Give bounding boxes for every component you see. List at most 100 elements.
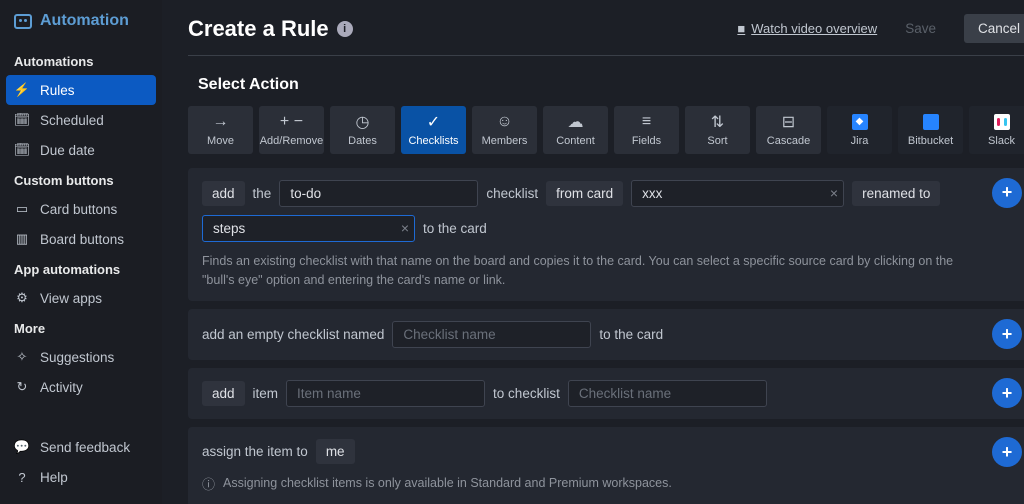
cascade-icon: ⊟: [782, 113, 795, 131]
text-add-empty: add an empty checklist named: [202, 327, 384, 342]
main-panel: ✕ Create a Rule i ■ Watch video overview…: [162, 0, 1024, 504]
help-icon: ?: [14, 469, 30, 485]
text-to-checklist: to checklist: [493, 386, 560, 401]
sidebar-item-activity[interactable]: ↻ Activity: [0, 372, 162, 402]
checklist-name-input[interactable]: [568, 380, 767, 407]
text-to-the-card: to the card: [423, 221, 487, 236]
action-line: add item to checklist: [202, 380, 976, 407]
tab-fields[interactable]: ≡Fields: [614, 106, 679, 154]
sidebar-item-label: Send feedback: [40, 440, 130, 455]
action-row-add-checklist-from-card: add the checklist from card × renamed to…: [188, 168, 1024, 302]
page-title: Create a Rule i: [188, 16, 353, 42]
sidebar: Automation Automations ⚡ Rules 🗓 Schedul…: [0, 0, 162, 504]
watch-video-link[interactable]: ■ Watch video overview: [737, 21, 877, 36]
sidebar-item-label: Card buttons: [40, 202, 117, 217]
bitbucket-icon: [923, 113, 939, 131]
sidebar-item-card-buttons[interactable]: ▭ Card buttons: [0, 194, 162, 224]
topbar: Create a Rule i ■ Watch video overview S…: [162, 0, 1024, 55]
tab-bitbucket[interactable]: Bitbucket: [898, 106, 963, 154]
watch-video-text: Watch video overview: [751, 21, 877, 36]
tab-sort[interactable]: ⇅Sort: [685, 106, 750, 154]
sidebar-item-due-date[interactable]: 🗓 Due date: [0, 135, 162, 165]
clear-card-icon[interactable]: ×: [830, 185, 838, 201]
sidebar-item-label: Due date: [40, 143, 95, 158]
sidebar-item-help[interactable]: ? Help: [0, 462, 162, 492]
text-checklist: checklist: [486, 186, 538, 201]
tab-members[interactable]: ☺Members: [472, 106, 537, 154]
sidebar-item-view-apps[interactable]: ⚙ View apps: [0, 283, 162, 313]
person-icon: ☺: [496, 113, 512, 131]
add-action-button[interactable]: +: [992, 178, 1022, 208]
helper-text: Finds an existing checklist with that na…: [202, 252, 976, 290]
text-assign: assign the item to: [202, 444, 308, 459]
sidebar-item-rules[interactable]: ⚡ Rules: [6, 75, 156, 105]
gear-icon: ⚙: [14, 290, 30, 306]
sparkle-icon: ✧: [14, 349, 30, 365]
section-automations: Automations: [0, 46, 162, 75]
plus-minus-icon: + −: [280, 113, 303, 131]
sidebar-item-scheduled[interactable]: 🗓 Scheduled: [0, 105, 162, 135]
info-icon[interactable]: i: [337, 21, 353, 37]
tab-add-remove[interactable]: + −Add/Remove: [259, 106, 324, 154]
tab-move[interactable]: →Move: [188, 106, 253, 154]
add-action-button[interactable]: +: [992, 437, 1022, 467]
chat-icon: 💬: [14, 439, 30, 455]
tab-slack[interactable]: Slack: [969, 106, 1024, 154]
arrow-right-icon: →: [213, 113, 229, 131]
add-action-button[interactable]: +: [992, 319, 1022, 349]
tab-content[interactable]: ☁Content: [543, 106, 608, 154]
section-more: More: [0, 313, 162, 342]
checklist-name-input[interactable]: [279, 180, 478, 207]
lines-icon: ≡: [642, 113, 651, 131]
action-line: add an empty checklist named to the card: [202, 321, 976, 348]
sidebar-item-send-feedback[interactable]: 💬 Send feedback: [0, 432, 162, 462]
slack-icon: [994, 113, 1010, 131]
tab-dates[interactable]: ◷Dates: [330, 106, 395, 154]
tab-jira[interactable]: ◆Jira: [827, 106, 892, 154]
action-row-assign-item: assign the item to me + ⓘ Assigning chec…: [188, 427, 1024, 504]
cancel-button[interactable]: Cancel: [964, 14, 1024, 43]
board-icon: ▥: [14, 231, 30, 247]
add-action-button[interactable]: +: [992, 378, 1022, 408]
speech-icon: ☁: [568, 113, 584, 131]
sidebar-item-board-buttons[interactable]: ▥ Board buttons: [0, 224, 162, 254]
token-add[interactable]: add: [202, 381, 245, 406]
token-add[interactable]: add: [202, 181, 245, 206]
automation-robot-icon: [14, 14, 32, 29]
sort-icon: ⇅: [711, 113, 724, 131]
text-the: the: [253, 186, 272, 201]
jira-icon: ◆: [852, 113, 868, 131]
text-to-card: to the card: [599, 327, 663, 342]
item-name-input[interactable]: [286, 380, 485, 407]
token-renamed-to[interactable]: renamed to: [852, 181, 940, 206]
token-from-card[interactable]: from card: [546, 181, 623, 206]
renamed-to-input[interactable]: [202, 215, 415, 242]
sidebar-footer: 💬 Send feedback ? Help: [0, 432, 162, 492]
action-row-empty-checklist: add an empty checklist named to the card…: [188, 309, 1024, 360]
clock-icon: ◷: [356, 113, 370, 131]
card-icon: ▭: [14, 201, 30, 217]
sidebar-item-label: Board buttons: [40, 232, 124, 247]
sidebar-item-suggestions[interactable]: ✧ Suggestions: [0, 342, 162, 372]
card-name-input[interactable]: [631, 180, 844, 207]
sidebar-item-label: Suggestions: [40, 350, 114, 365]
check-icon: ✓: [427, 113, 440, 131]
sidebar-item-label: Rules: [40, 83, 75, 98]
text-item: item: [253, 386, 279, 401]
checklist-name-input[interactable]: [392, 321, 591, 348]
sidebar-item-label: Help: [40, 470, 68, 485]
action-line: add the checklist from card × renamed to…: [202, 180, 976, 242]
tab-cascade[interactable]: ⊟Cascade: [756, 106, 821, 154]
helper-text: ⓘ Assigning checklist items is only avai…: [202, 474, 976, 495]
lightning-icon: ⚡: [14, 82, 30, 98]
refresh-icon: ↻: [14, 379, 30, 395]
tab-checklists[interactable]: ✓Checklists: [401, 106, 466, 154]
video-icon: ■: [737, 21, 745, 36]
section-app-automations: App automations: [0, 254, 162, 283]
save-button[interactable]: Save: [891, 14, 950, 43]
clear-rename-icon[interactable]: ×: [401, 220, 409, 236]
calendar-icon: 🗓: [14, 142, 30, 158]
token-me[interactable]: me: [316, 439, 355, 464]
action-row-add-item: add item to checklist +: [188, 368, 1024, 419]
content-area: Select Action →Move + −Add/Remove ◷Dates…: [162, 56, 1024, 504]
